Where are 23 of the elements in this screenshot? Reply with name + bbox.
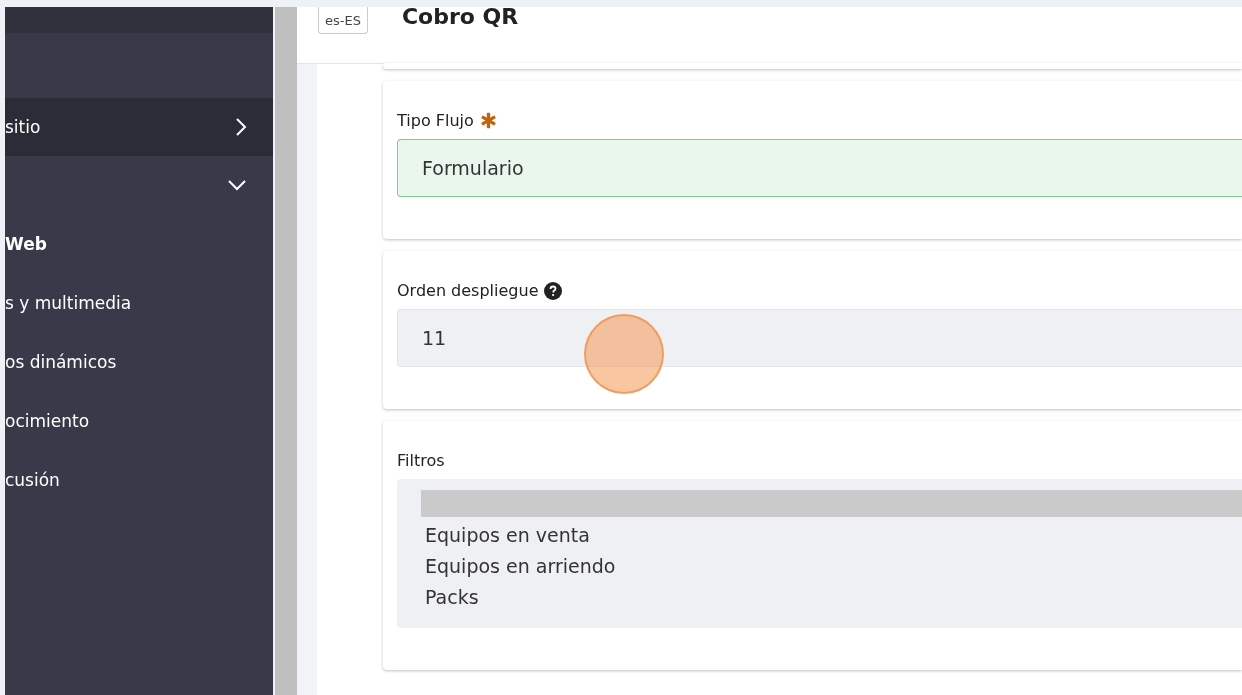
- list-option[interactable]: [421, 490, 1242, 517]
- select-field[interactable]: Formulario: [397, 139, 1242, 197]
- sidebar-item[interactable]: Web: [5, 214, 273, 273]
- chevron-down-icon: [227, 179, 247, 191]
- sidebar-item[interactable]: ocimiento: [5, 391, 273, 450]
- multi-select-list[interactable]: Equipos en venta Equipos en arriendo Packs: [397, 479, 1242, 628]
- field-label: Orden despliegue: [397, 281, 539, 300]
- chevron-right-icon: [235, 117, 247, 137]
- list-option[interactable]: Equipos en venta: [421, 520, 1242, 551]
- required-asterisk-icon: [479, 112, 497, 129]
- locale-badge: es-ES: [318, 7, 368, 34]
- help-icon[interactable]: [544, 281, 563, 300]
- list-option[interactable]: Equipos en arriendo: [421, 551, 1242, 582]
- field-label: Tipo Flujo: [397, 111, 474, 130]
- sidebar-item[interactable]: s y multimedia: [5, 273, 273, 332]
- field-label: Filtros: [397, 451, 445, 470]
- sidebar-item[interactable]: sitio: [5, 98, 273, 156]
- page-title: Cobro QR: [401, 4, 519, 29]
- list-option[interactable]: Packs: [421, 582, 1242, 613]
- sidebar-item[interactable]: os dinámicos: [5, 332, 273, 391]
- sidebar-item[interactable]: cusión: [5, 450, 273, 509]
- number-field[interactable]: 11: [397, 309, 1242, 367]
- scrollbar[interactable]: [273, 7, 297, 695]
